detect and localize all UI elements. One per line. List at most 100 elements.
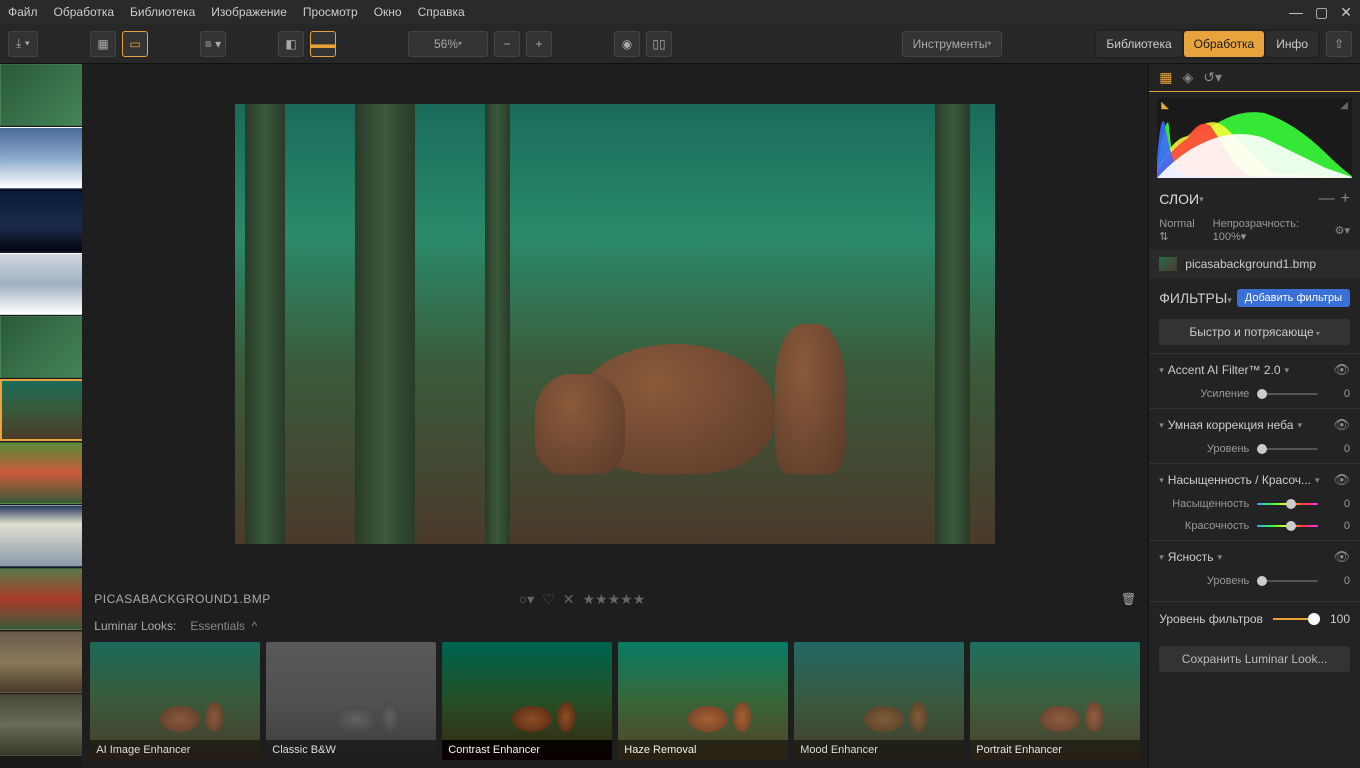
- layer-settings-icon[interactable]: ⚙▾: [1335, 224, 1350, 237]
- visibility-icon[interactable]: 👁: [1333, 362, 1350, 378]
- visibility-icon[interactable]: 👁: [1333, 417, 1350, 433]
- share-button[interactable]: ⇧: [1326, 31, 1352, 57]
- layer-row[interactable]: picasabackground1.bmp: [1149, 249, 1360, 279]
- history-tab-icon[interactable]: ↺▾: [1203, 69, 1222, 86]
- window-controls: — ▢ ✕: [1289, 4, 1352, 21]
- opacity-control[interactable]: Непрозрачность: 100%▾: [1213, 218, 1325, 243]
- color-label-icon[interactable]: ○▾: [519, 591, 534, 608]
- filter-header[interactable]: Умная коррекция неба ▾👁: [1159, 417, 1350, 433]
- look-preset[interactable]: AI Image Enhancer: [90, 642, 260, 760]
- thumbnail[interactable]: [0, 253, 82, 315]
- mode-tabs: Библиотека Обработка Инфо: [1094, 29, 1320, 59]
- preview-button[interactable]: ◉: [614, 31, 640, 57]
- menu-library[interactable]: Библиотека: [130, 5, 195, 19]
- right-panel: ▦ ◈ ↺▾ ◣ ◢ СЛОИ▾ — + Normal ⇅ Непрозрачн…: [1148, 64, 1360, 768]
- main-area: PICASABACKGROUND1.BMP ○▾ ♡ ✕ ★★★★★ 🗑 Lum…: [0, 64, 1360, 768]
- clip-shadow-icon[interactable]: ◣: [1161, 100, 1169, 111]
- filter-sky-enhancer: Умная коррекция неба ▾👁 Уровень0: [1149, 408, 1360, 463]
- thumbnail[interactable]: [0, 568, 82, 630]
- zoom-in-button[interactable]: +: [526, 31, 552, 57]
- single-view-button[interactable]: ▭: [122, 31, 148, 57]
- favorite-icon[interactable]: ♡: [542, 591, 555, 608]
- look-preset[interactable]: Mood Enhancer: [794, 642, 964, 760]
- thumbnail[interactable]: [0, 190, 82, 252]
- thumbnail[interactable]: [0, 442, 82, 504]
- tab-edit[interactable]: Обработка: [1184, 31, 1265, 57]
- tab-library[interactable]: Библиотека: [1096, 31, 1181, 57]
- thumbnail-selected[interactable]: [0, 379, 82, 441]
- reject-icon[interactable]: ✕: [563, 591, 575, 608]
- compare-button[interactable]: ▯▯: [646, 31, 672, 57]
- info-bar: PICASABACKGROUND1.BMP ○▾ ♡ ✕ ★★★★★ 🗑: [82, 584, 1148, 614]
- filter-accent-ai: Accent AI Filter™ 2.0 ▾👁 Усиление0: [1149, 353, 1360, 408]
- center-column: PICASABACKGROUND1.BMP ○▾ ♡ ✕ ★★★★★ 🗑 Lum…: [82, 64, 1148, 768]
- clip-highlight-icon[interactable]: ◢: [1340, 100, 1348, 111]
- minimize-icon[interactable]: —: [1289, 4, 1303, 21]
- close-icon[interactable]: ✕: [1340, 4, 1352, 21]
- layer-thumbnail: [1159, 257, 1177, 271]
- list-button[interactable]: ≡ ▾: [200, 31, 226, 57]
- tools-dropdown[interactable]: Инструменты: [902, 31, 1003, 57]
- menu-image[interactable]: Изображение: [211, 5, 287, 19]
- toolbar: ⤓ ▾ ▦ ▭ ≡ ▾ ◧ ▬▬ 56% − + ◉ ▯▯ Инструмент…: [0, 24, 1360, 64]
- thumbnail[interactable]: [0, 316, 82, 378]
- histogram[interactable]: ◣ ◢: [1157, 98, 1352, 178]
- menu-file[interactable]: Файл: [8, 5, 38, 19]
- filter-header[interactable]: Насыщенность / Красоч... ▾👁: [1159, 472, 1350, 488]
- add-filters-button[interactable]: Добавить фильтры: [1237, 289, 1350, 307]
- filename-label: PICASABACKGROUND1.BMP: [94, 592, 271, 606]
- filters-amount-row[interactable]: Уровень фильтров 100: [1149, 601, 1360, 636]
- filter-header[interactable]: Accent AI Filter™ 2.0 ▾👁: [1159, 362, 1350, 378]
- looks-label: Luminar Looks:: [94, 619, 176, 633]
- zoom-dropdown[interactable]: 56%: [408, 31, 488, 57]
- canvas-area: [82, 64, 1148, 584]
- visibility-icon[interactable]: 👁: [1333, 472, 1350, 488]
- menu-view[interactable]: Просмотр: [303, 5, 358, 19]
- slider-boost[interactable]: Усиление0: [1159, 388, 1350, 400]
- export-button[interactable]: ⤓ ▾: [8, 31, 38, 57]
- slider-vibrance[interactable]: Красочность0: [1159, 520, 1350, 532]
- slider-level[interactable]: Уровень0: [1159, 443, 1350, 455]
- blend-mode-dropdown[interactable]: Normal ⇅: [1159, 218, 1202, 243]
- layers-header[interactable]: СЛОИ▾ — +: [1149, 184, 1360, 214]
- thumbnail[interactable]: [0, 631, 82, 693]
- histogram-tab-icon[interactable]: ▦: [1159, 69, 1172, 86]
- side-panel-button[interactable]: ◧: [278, 31, 304, 57]
- delete-icon[interactable]: 🗑: [1121, 592, 1136, 606]
- filter-clarity: Ясность ▾👁 Уровень0: [1149, 540, 1360, 595]
- menu-edit[interactable]: Обработка: [54, 5, 115, 19]
- thumbnail[interactable]: [0, 127, 82, 189]
- filter-saturation: Насыщенность / Красоч... ▾👁 Насыщенность…: [1149, 463, 1360, 540]
- image-canvas[interactable]: [235, 104, 995, 544]
- grid-view-button[interactable]: ▦: [90, 31, 116, 57]
- thumbnail[interactable]: [0, 64, 82, 126]
- look-preset[interactable]: Portrait Enhancer: [970, 642, 1140, 760]
- blend-row: Normal ⇅ Непрозрачность: 100%▾ ⚙▾: [1149, 214, 1360, 247]
- save-look-button[interactable]: Сохранить Luminar Look...: [1159, 646, 1350, 672]
- maximize-icon[interactable]: ▢: [1315, 4, 1328, 21]
- panel-tab-icons: ▦ ◈ ↺▾: [1149, 64, 1360, 92]
- looks-category[interactable]: Essentials ^: [190, 619, 257, 633]
- layers-tab-icon[interactable]: ◈: [1183, 69, 1194, 86]
- add-layer-icon[interactable]: +: [1341, 190, 1350, 208]
- filter-header[interactable]: Ясность ▾👁: [1159, 549, 1350, 565]
- filmstrip-button[interactable]: ▬▬: [310, 31, 336, 57]
- filters-title: ФИЛЬТРЫ▾: [1159, 290, 1232, 306]
- zoom-out-button[interactable]: −: [494, 31, 520, 57]
- rating-stars[interactable]: ★★★★★: [582, 591, 645, 608]
- menu-window[interactable]: Окно: [374, 5, 402, 19]
- slider-saturation[interactable]: Насыщенность0: [1159, 498, 1350, 510]
- thumbnail[interactable]: [0, 694, 82, 756]
- thumbnail[interactable]: [0, 505, 82, 567]
- look-preset[interactable]: Haze Removal: [618, 642, 788, 760]
- tab-info[interactable]: Инфо: [1266, 31, 1318, 57]
- looks-strip[interactable]: AI Image Enhancer Classic B&W Contrast E…: [82, 638, 1148, 768]
- filmstrip[interactable]: [0, 64, 82, 768]
- look-preset[interactable]: Classic B&W: [266, 642, 436, 760]
- workspace-preset-dropdown[interactable]: Быстро и потрясающе: [1159, 319, 1350, 345]
- collapse-layer-icon[interactable]: —: [1319, 190, 1335, 208]
- look-preset[interactable]: Contrast Enhancer: [442, 642, 612, 760]
- menu-help[interactable]: Справка: [418, 5, 465, 19]
- slider-clarity[interactable]: Уровень0: [1159, 575, 1350, 587]
- visibility-icon[interactable]: 👁: [1333, 549, 1350, 565]
